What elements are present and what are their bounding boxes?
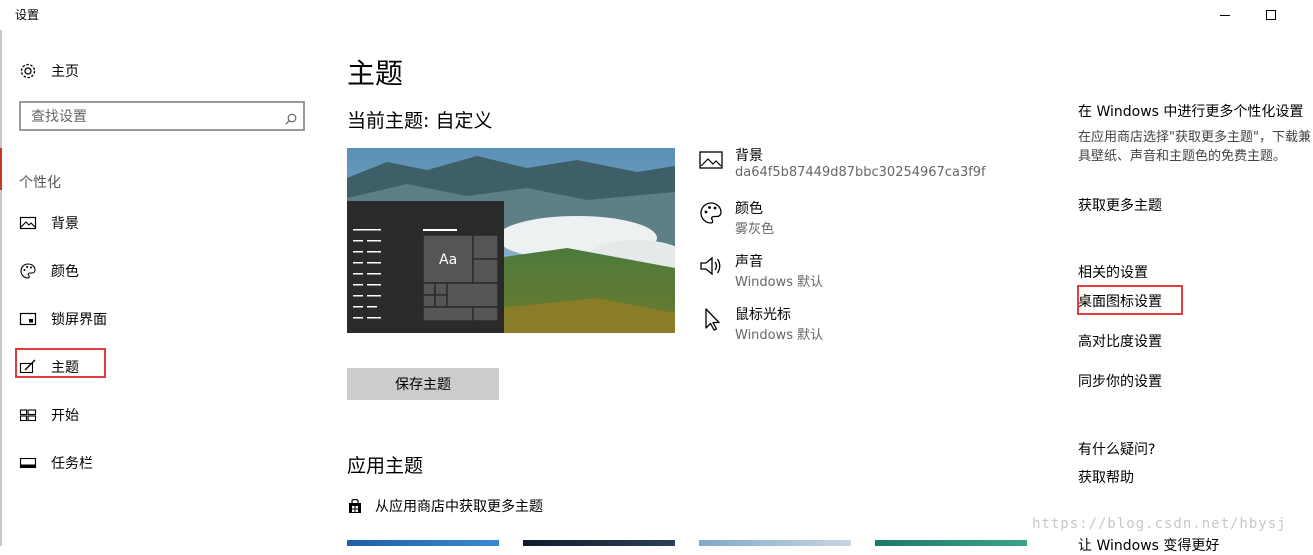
property-name: 鼠标光标 bbox=[735, 307, 791, 323]
watermark: https://blog.csdn.net/hbysj bbox=[1032, 516, 1287, 532]
sidebar-item-lockscreen[interactable]: 锁屏界面 bbox=[19, 307, 107, 331]
search-input[interactable] bbox=[29, 106, 283, 128]
apply-theme-title: 应用主题 bbox=[347, 455, 424, 477]
more-personalization-text: 在应用商店选择"获取更多主题"，下载兼具壁纸、声音和主题色的免费主题。 bbox=[1078, 130, 1311, 164]
sidebar-item-taskbar[interactable]: 任务栏 bbox=[19, 451, 93, 475]
sidebar-item-background[interactable]: 背景 bbox=[19, 211, 79, 235]
current-theme-title: 当前主题: 自定义 bbox=[347, 110, 493, 132]
section-label: 个性化 bbox=[19, 175, 61, 191]
minimize-icon[interactable] bbox=[1217, 7, 1233, 23]
store-bag-icon bbox=[347, 498, 363, 514]
sidebar-item-label: 锁屏界面 bbox=[51, 312, 107, 328]
sidebar-home-label: 主页 bbox=[51, 64, 79, 80]
maximize-icon[interactable] bbox=[1263, 7, 1279, 23]
related-settings-heading: 相关的设置 bbox=[1078, 265, 1148, 281]
save-theme-button[interactable]: 保存主题 bbox=[347, 368, 499, 400]
store-link-label: 从应用商店中获取更多主题 bbox=[375, 499, 543, 515]
preview-wallpaper bbox=[347, 148, 675, 333]
search-icon[interactable] bbox=[285, 110, 297, 125]
property-value: da64f5b87449d87bbc30254967ca3f9f bbox=[735, 165, 986, 180]
store-link[interactable]: 从应用商店中获取更多主题 bbox=[347, 496, 543, 516]
sidebar-item-color[interactable]: 颜色 bbox=[19, 259, 79, 283]
property-value: Windows 默认 bbox=[735, 328, 824, 343]
window-edge-accent bbox=[0, 148, 2, 190]
themes-highlight-box bbox=[15, 348, 106, 378]
theme-thumbnail[interactable] bbox=[875, 540, 1027, 546]
high-contrast-settings-link[interactable]: 高对比度设置 bbox=[1078, 331, 1162, 351]
desktop-icons-highlight-box bbox=[1077, 285, 1183, 315]
question-heading: 有什么疑问? bbox=[1078, 442, 1156, 458]
title-bar: 设置 bbox=[0, 0, 1313, 30]
sidebar-item-label: 背景 bbox=[51, 216, 79, 232]
property-value: 雾灰色 bbox=[735, 222, 775, 237]
sidebar-home[interactable]: 主页 bbox=[19, 59, 79, 83]
gear-icon bbox=[19, 62, 37, 80]
search-box[interactable] bbox=[19, 101, 305, 131]
property-name: 背景 bbox=[735, 148, 763, 164]
theme-thumbnail[interactable] bbox=[347, 540, 499, 546]
cursor-icon bbox=[698, 306, 724, 332]
property-name: 颜色 bbox=[735, 201, 763, 217]
property-value: Windows 默认 bbox=[735, 275, 824, 290]
lock-screen-icon bbox=[19, 310, 37, 328]
sidebar-item-label: 颜色 bbox=[51, 264, 79, 280]
more-personalization-heading: 在 Windows 中进行更多个性化设置 bbox=[1078, 104, 1304, 120]
image-icon bbox=[19, 214, 37, 232]
palette-icon bbox=[698, 200, 724, 226]
theme-thumbnail[interactable] bbox=[699, 540, 851, 546]
property-name: 声音 bbox=[735, 254, 763, 270]
theme-preview: Aa bbox=[347, 148, 675, 333]
preview-sample-text: Aa bbox=[439, 252, 458, 268]
sidebar-item-label: 开始 bbox=[51, 408, 79, 424]
sidebar-item-start[interactable]: 开始 bbox=[19, 403, 79, 427]
window-edge bbox=[0, 30, 2, 546]
window-title: 设置 bbox=[15, 8, 40, 22]
get-more-themes-link[interactable]: 获取更多主题 bbox=[1078, 195, 1162, 215]
image-icon bbox=[698, 147, 724, 173]
start-icon bbox=[19, 406, 37, 424]
taskbar-icon bbox=[19, 454, 37, 472]
theme-thumbnail[interactable] bbox=[523, 540, 675, 546]
sync-settings-link[interactable]: 同步你的设置 bbox=[1078, 371, 1162, 391]
speaker-icon bbox=[698, 253, 724, 279]
make-windows-better-heading: 让 Windows 变得更好 bbox=[1078, 538, 1220, 554]
palette-icon bbox=[19, 262, 37, 280]
sidebar-item-label: 任务栏 bbox=[51, 456, 93, 472]
page-title: 主题 bbox=[347, 57, 404, 90]
get-help-link[interactable]: 获取帮助 bbox=[1078, 467, 1134, 487]
